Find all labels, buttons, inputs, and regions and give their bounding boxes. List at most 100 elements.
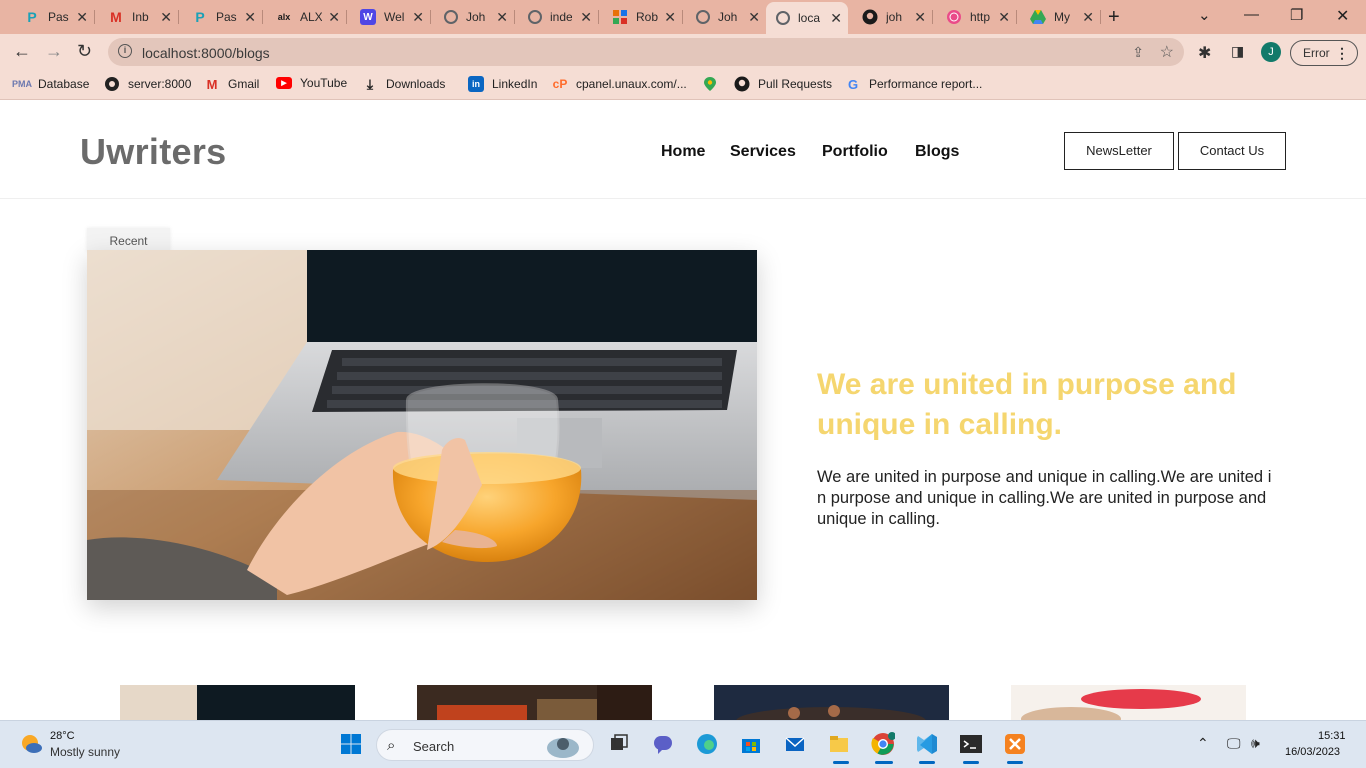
file-explorer-icon[interactable]: [826, 731, 852, 757]
microsoft-store-icon[interactable]: [738, 731, 764, 757]
tab-label: Joh: [466, 10, 486, 24]
bookmark-performance[interactable]: G Performance report...: [845, 76, 982, 92]
tab-12[interactable]: http ✕: [936, 4, 1016, 30]
restore-button[interactable]: ❐: [1290, 6, 1303, 24]
blog-card-image[interactable]: [120, 685, 355, 720]
tab-2[interactable]: M Inb ✕: [98, 4, 178, 30]
newsletter-button[interactable]: NewsLetter: [1064, 132, 1174, 170]
weather-sun-icon[interactable]: [20, 733, 42, 755]
xampp-icon[interactable]: [1002, 731, 1028, 757]
blog-card-image[interactable]: [1011, 685, 1246, 720]
close-icon[interactable]: ✕: [664, 9, 676, 26]
error-button[interactable]: Error ⋮: [1290, 40, 1358, 66]
bookmark-label: Gmail: [228, 77, 260, 91]
blog-card-image[interactable]: [714, 685, 949, 720]
taskbar-search-input[interactable]: ⌕ Search: [376, 729, 594, 761]
tab-5[interactable]: W Wel ✕: [350, 4, 430, 30]
minimize-button[interactable]: —: [1244, 6, 1259, 23]
chrome-icon[interactable]: [870, 731, 896, 757]
nav-portfolio[interactable]: Portfolio: [822, 143, 888, 161]
new-tab-button[interactable]: +: [1108, 6, 1120, 29]
web-page: Uwriters Home Services Portfolio Blogs N…: [0, 101, 1366, 720]
close-icon[interactable]: ✕: [748, 9, 760, 26]
bookmark-label: Downloads: [386, 77, 446, 91]
tab-6[interactable]: Joh ✕: [434, 4, 514, 30]
tab-1[interactable]: P Pas ✕: [14, 4, 94, 30]
globe-icon: [528, 10, 542, 24]
close-icon[interactable]: ✕: [580, 9, 592, 26]
teams-chat-icon[interactable]: [650, 731, 676, 757]
close-icon[interactable]: ✕: [1082, 9, 1094, 26]
globe-icon: [104, 76, 120, 92]
clock-time[interactable]: 15:31: [1318, 730, 1346, 742]
close-icon[interactable]: ✕: [328, 9, 340, 26]
bookmark-cpanel[interactable]: cP cpanel.unaux.com/...: [552, 76, 687, 92]
share-icon[interactable]: ⇪: [1132, 44, 1144, 61]
windows-start-icon[interactable]: [338, 731, 364, 757]
clock-date[interactable]: 16/03/2023: [1285, 746, 1340, 758]
google-icon: G: [847, 76, 859, 92]
tab-11[interactable]: joh ✕: [852, 4, 932, 30]
close-icon[interactable]: ✕: [830, 10, 842, 27]
close-icon[interactable]: ✕: [76, 9, 88, 26]
blog-card-image[interactable]: [417, 685, 652, 720]
weather-condition[interactable]: Mostly sunny: [50, 745, 120, 759]
bookmark-label: cpanel.unaux.com/...: [576, 77, 687, 91]
bookmark-pull-requests[interactable]: Pull Requests: [734, 76, 832, 92]
tab-label: loca: [798, 11, 820, 25]
weather-temperature[interactable]: 28°C: [50, 730, 75, 742]
tab-active[interactable]: loca ✕: [766, 2, 848, 34]
tab-search-icon[interactable]: ⌄: [1198, 6, 1211, 24]
bookmark-label: LinkedIn: [492, 77, 538, 91]
url-text[interactable]: localhost:8000/blogs: [142, 45, 270, 61]
tab-3[interactable]: P Pas ✕: [182, 4, 262, 30]
close-window-button[interactable]: ✕: [1336, 6, 1349, 26]
bookmark-label: Pull Requests: [758, 77, 833, 91]
bookmark-youtube[interactable]: ▶ YouTube: [276, 76, 347, 90]
avatar[interactable]: J: [1261, 42, 1281, 62]
tab-label: joh: [886, 10, 903, 24]
vscode-icon[interactable]: [914, 731, 940, 757]
tab-9[interactable]: Joh ✕: [686, 4, 766, 30]
bookmark-database[interactable]: PMA Database: [12, 76, 89, 92]
mail-icon[interactable]: [782, 731, 808, 757]
nav-services[interactable]: Services: [730, 143, 796, 161]
browser-toolbar: ← → ↻ i localhost:8000/blogs ⇪ ☆ ✱ ◨: [0, 34, 1366, 70]
address-bar[interactable]: i localhost:8000/blogs ⇪ ☆: [108, 38, 1184, 66]
side-panel-icon[interactable]: ◨: [1231, 43, 1244, 60]
close-icon[interactable]: ✕: [914, 9, 926, 26]
tab-13[interactable]: My ✕: [1020, 4, 1100, 30]
bookmark-server[interactable]: server:8000: [104, 76, 191, 92]
bookmark-star-icon[interactable]: ☆: [1160, 42, 1174, 62]
nav-home[interactable]: Home: [661, 143, 705, 161]
close-icon[interactable]: ✕: [998, 9, 1010, 26]
bookmark-maps[interactable]: [702, 76, 726, 92]
show-hidden-icons-chevron-up-icon[interactable]: ⌃: [1197, 735, 1209, 752]
edge-browser-icon[interactable]: [694, 731, 720, 757]
reload-icon[interactable]: ↻: [77, 41, 92, 62]
tab-label: Rob: [636, 10, 658, 24]
nav-blogs[interactable]: Blogs: [915, 143, 959, 161]
task-view-icon[interactable]: [606, 731, 632, 757]
volume-icon[interactable]: 🕪: [1251, 735, 1260, 752]
close-icon[interactable]: ✕: [412, 9, 424, 26]
bookmark-label: Performance report...: [869, 77, 983, 91]
forward-icon[interactable]: →: [45, 41, 63, 62]
bookmark-gmail[interactable]: M Gmail: [204, 76, 260, 92]
extensions-icon[interactable]: ✱: [1198, 43, 1211, 63]
info-icon[interactable]: i: [118, 44, 132, 58]
back-icon[interactable]: ←: [13, 41, 31, 62]
tab-8[interactable]: Rob ✕: [602, 4, 682, 30]
terminal-icon[interactable]: [958, 731, 984, 757]
tab-4[interactable]: alx ALX ✕: [266, 4, 346, 30]
contact-us-button[interactable]: Contact Us: [1178, 132, 1286, 170]
bookmark-label: server:8000: [128, 77, 192, 91]
site-logo[interactable]: Uwriters: [80, 131, 226, 173]
close-icon[interactable]: ✕: [160, 9, 172, 26]
bookmark-linkedin[interactable]: in LinkedIn: [468, 76, 537, 92]
close-icon[interactable]: ✕: [496, 9, 508, 26]
network-icon[interactable]: 🖵: [1227, 735, 1241, 752]
close-icon[interactable]: ✕: [244, 9, 256, 26]
tab-7[interactable]: inde ✕: [518, 4, 598, 30]
bookmark-downloads[interactable]: ⤓ Downloads: [362, 76, 445, 92]
